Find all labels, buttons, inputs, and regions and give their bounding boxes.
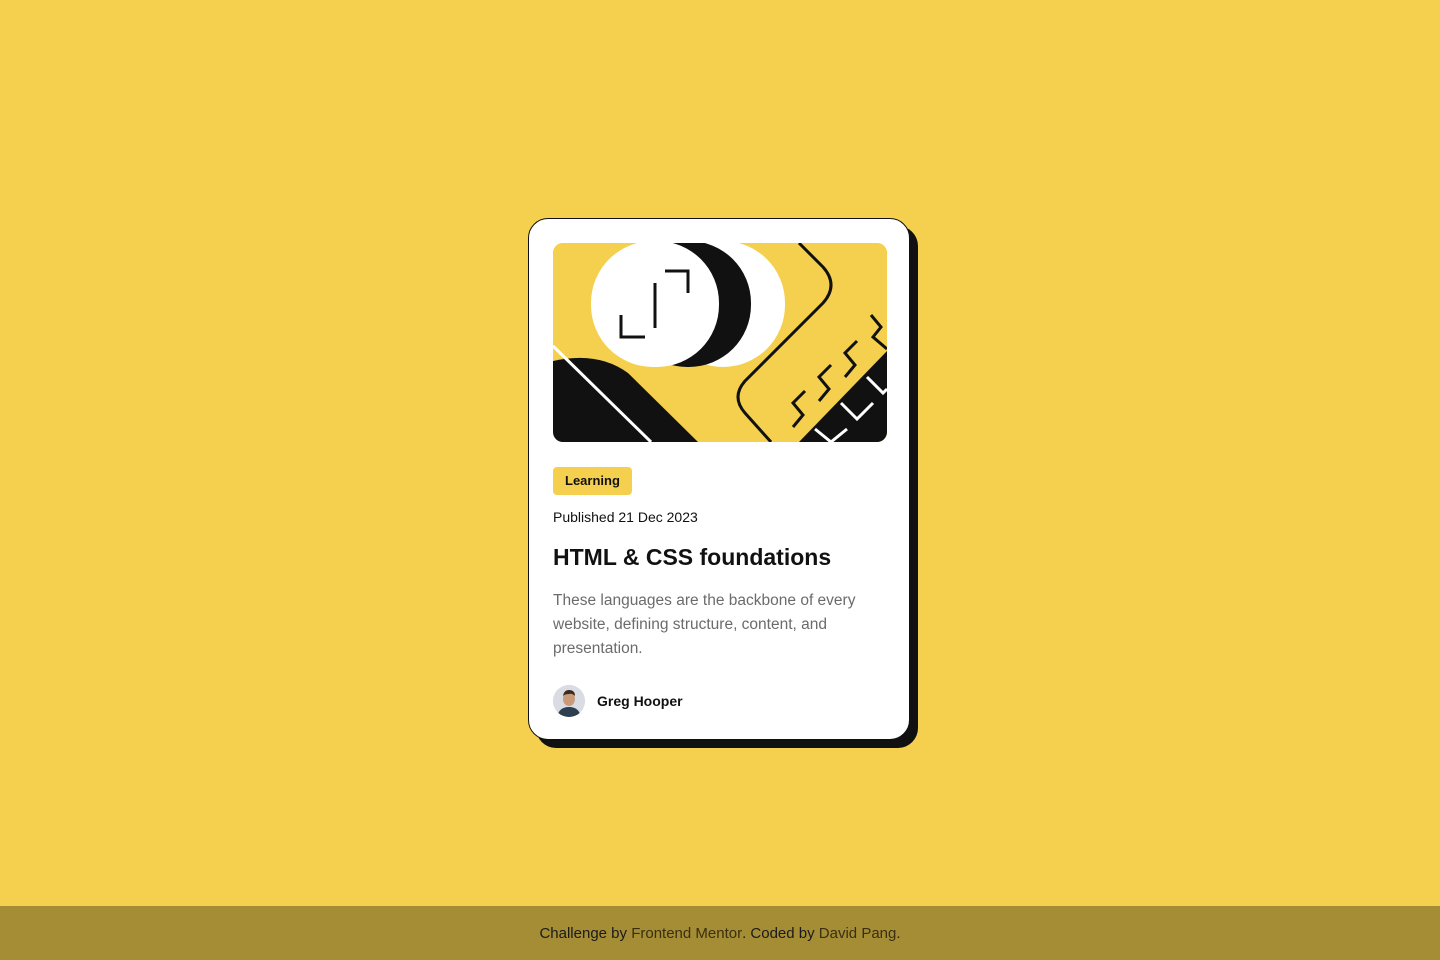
- hero-illustration: [553, 243, 887, 442]
- avatar-icon: [553, 685, 585, 717]
- author-block: Greg Hooper: [553, 685, 683, 717]
- card-title[interactable]: HTML & CSS foundations: [553, 544, 831, 571]
- hero-illustration-svg: [553, 243, 887, 442]
- page-stage: Learning Published 21 Dec 2023 HTML & CS…: [0, 0, 1440, 906]
- card-description: These languages are the backbone of ever…: [553, 592, 856, 657]
- author-name: Greg Hooper: [597, 693, 683, 709]
- avatar: [553, 685, 585, 717]
- category-tag: Learning: [553, 467, 632, 495]
- footer-suffix: .: [896, 924, 901, 942]
- attribution-footer: Challenge by Frontend Mentor. Coded by D…: [0, 906, 1440, 960]
- blog-preview-card[interactable]: Learning Published 21 Dec 2023 HTML & CS…: [528, 218, 910, 740]
- author-link[interactable]: David Pang: [819, 925, 897, 942]
- published-date: Published 21 Dec 2023: [553, 509, 698, 525]
- frontend-mentor-link[interactable]: Frontend Mentor: [631, 925, 742, 942]
- footer-middle: . Coded by: [742, 924, 815, 942]
- footer-prefix: Challenge by: [539, 924, 628, 942]
